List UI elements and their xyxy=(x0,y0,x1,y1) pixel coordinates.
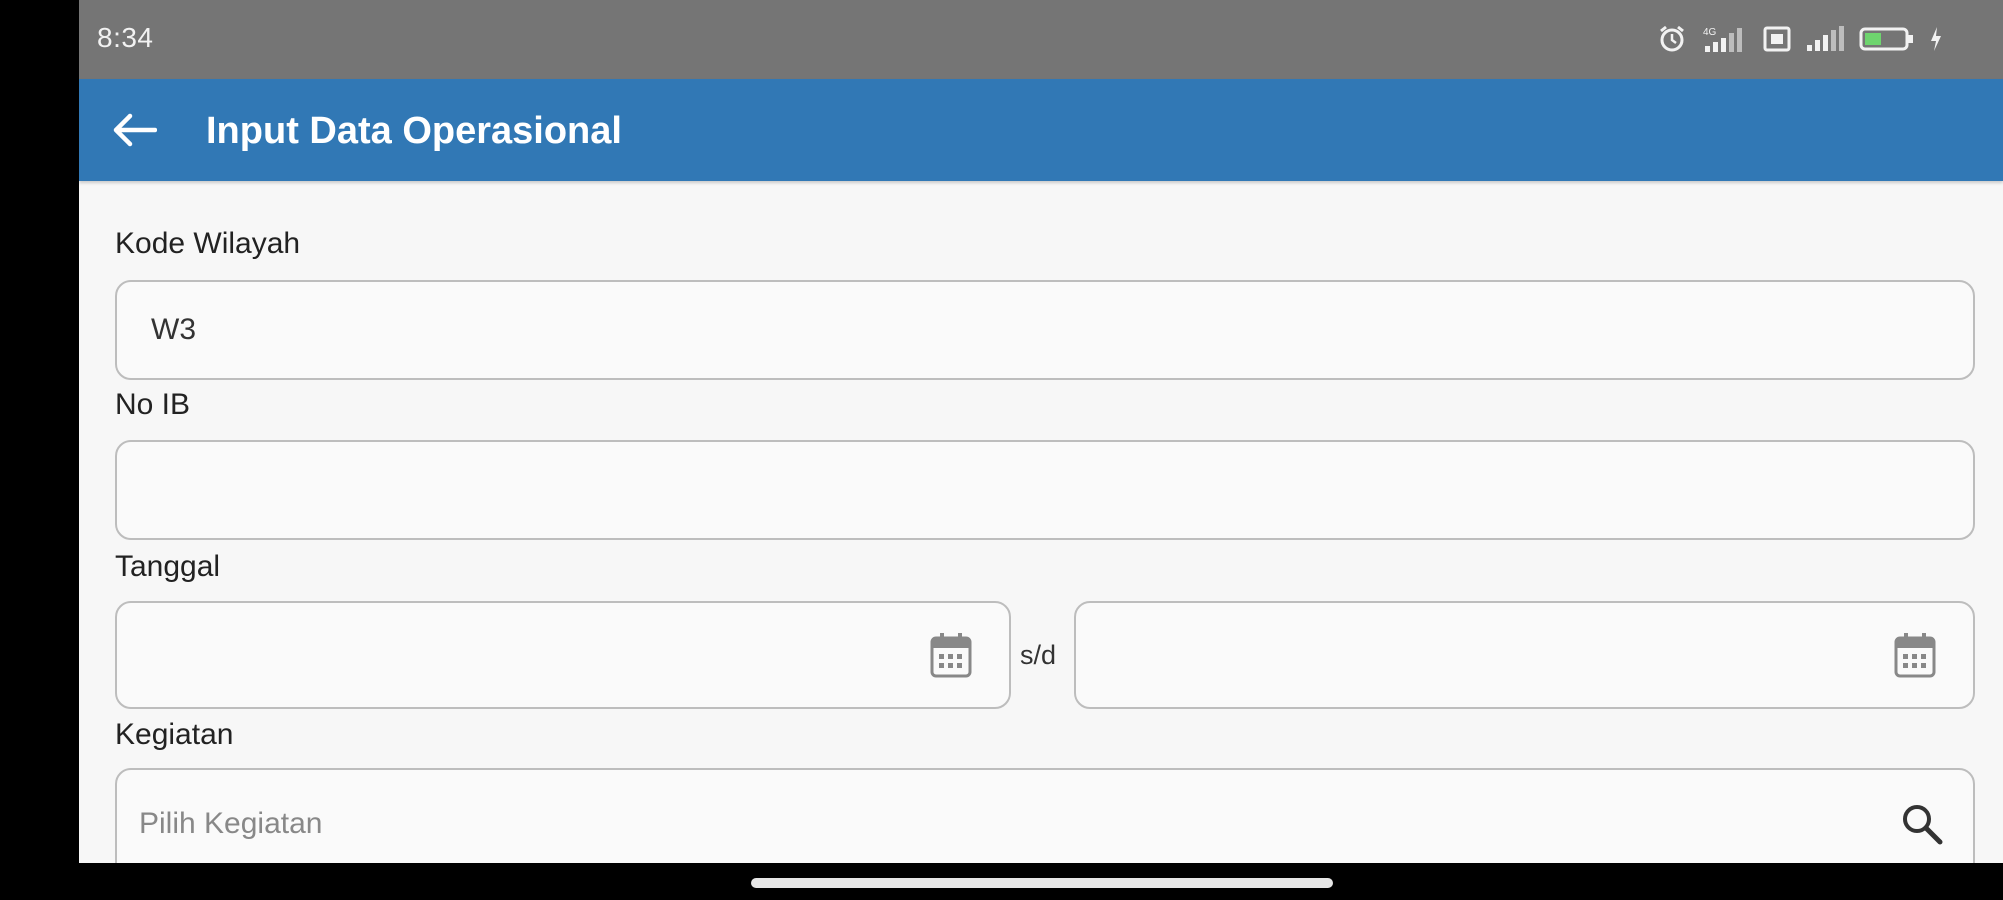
tanggal-end-field[interactable] xyxy=(1074,601,1975,709)
status-time: 8:34 xyxy=(97,22,154,53)
date-range-separator: s/d xyxy=(1020,640,1057,670)
arrow-left-icon xyxy=(113,113,157,147)
alarm-icon xyxy=(1660,25,1684,52)
tanggal-start-field[interactable] xyxy=(115,601,1011,709)
signal-4g-icon: 4G xyxy=(1703,27,1742,52)
status-icons: 4G xyxy=(1657,22,1943,56)
page-title: Input Data Operasional xyxy=(206,110,622,152)
charging-icon xyxy=(1931,27,1941,51)
search-icon xyxy=(1903,805,1943,845)
back-button[interactable] xyxy=(105,101,163,159)
kode-wilayah-value: W3 xyxy=(151,313,196,346)
calendar-icon[interactable] xyxy=(929,631,973,679)
app-bar: Input Data Operasional xyxy=(79,79,2003,181)
kode-wilayah-field[interactable]: W3 xyxy=(115,280,1975,380)
search-button[interactable] xyxy=(1897,799,1947,849)
no-ib-label: No IB xyxy=(115,388,191,421)
kegiatan-label: Kegiatan xyxy=(115,718,234,751)
calendar-icon[interactable] xyxy=(1893,631,1937,679)
svg-text:4G: 4G xyxy=(1703,27,1717,38)
home-indicator[interactable] xyxy=(751,878,1333,888)
app-screen: 8:34 4G Input Data Operasional Kode Wila… xyxy=(79,0,2003,863)
battery-icon xyxy=(1859,27,1913,51)
tanggal-label: Tanggal xyxy=(115,550,221,583)
no-ib-field[interactable] xyxy=(115,440,1975,540)
kode-wilayah-label: Kode Wilayah xyxy=(115,227,301,260)
status-bar: 8:34 4G xyxy=(79,0,2003,79)
kegiatan-placeholder: Pilih Kegiatan xyxy=(139,807,323,840)
sim-icon xyxy=(1763,26,1791,52)
kegiatan-select[interactable]: Pilih Kegiatan xyxy=(115,768,1975,863)
signal-icon xyxy=(1807,26,1844,51)
